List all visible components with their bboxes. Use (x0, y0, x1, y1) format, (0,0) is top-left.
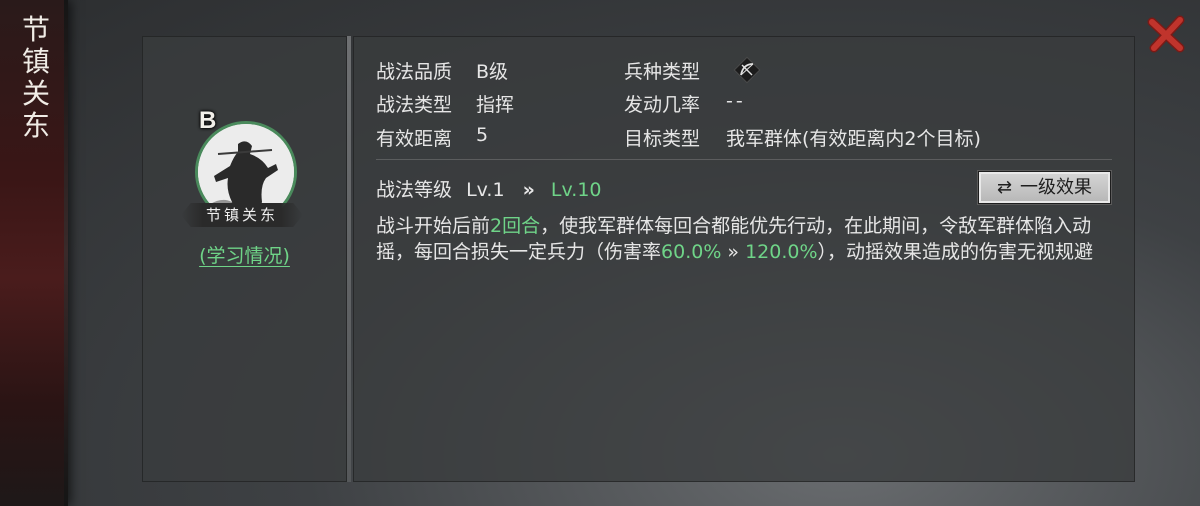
banner-char: 镇 (21, 45, 50, 78)
trigger-rate-value: -- (726, 90, 746, 112)
banner-char: 节 (21, 13, 50, 46)
skill-title-banner: 节 镇 关 东 (0, 0, 68, 506)
banner-title: 节 镇 关 东 (18, 14, 54, 142)
range-value: 5 (476, 124, 489, 146)
close-button[interactable] (1146, 14, 1186, 54)
swap-icon: ⇄ (996, 177, 1013, 198)
skill-level-row: 战法等级 Lv.1 » Lv.10 (376, 175, 602, 202)
learn-status-link[interactable]: (学习情况) (143, 241, 346, 268)
banner-char: 关 (21, 77, 50, 110)
skill-portrait-panel: B 节镇关东 (学习情况) (142, 36, 347, 482)
level-max: Lv.10 (550, 179, 602, 201)
desc-rounds: 2回合 (490, 215, 541, 237)
effect-button-label: 一级效果 (1020, 177, 1093, 198)
desc-text: ），动摇效果造成的伤害无视规避 (817, 241, 1094, 263)
troop-type-label: 兵种类型 (624, 61, 701, 83)
level-arrow-icon: » (522, 179, 535, 201)
panel-divider (347, 36, 351, 482)
section-divider (376, 159, 1112, 160)
skill-type-label: 战法类型 (376, 94, 453, 116)
level-label: 战法等级 (376, 179, 453, 201)
target-type-value: 我军群体(有效距离内2个目标) (726, 128, 981, 150)
quality-value: B级 (476, 61, 509, 83)
trigger-rate-label: 发动几率 (624, 94, 701, 116)
skill-detail-panel: 战法品质 B级 兵种类型 战法类型 指挥 发动几率 -- 有效距离 5 目标类型… (353, 36, 1135, 482)
skill-type-value: 指挥 (476, 94, 515, 116)
desc-rate-from: 60.0% (661, 241, 722, 263)
banner-char: 东 (21, 109, 50, 142)
quality-label: 战法品质 (376, 61, 453, 83)
level-current: Lv.1 (466, 179, 505, 201)
skill-name-plate: 节镇关东 (181, 203, 303, 227)
target-type-label: 目标类型 (624, 128, 701, 150)
desc-arrow-icon: » (727, 241, 740, 263)
skill-description: 战斗开始后前2回合，使我军群体每回合都能优先行动，在此期间，令敌军群体陷入动摇，… (376, 213, 1116, 265)
desc-text: 战斗开始后前 (376, 215, 491, 237)
range-label: 有效距离 (376, 128, 453, 150)
grade-badge: B (199, 107, 217, 134)
close-icon (1147, 15, 1185, 53)
effect-level-toggle-button[interactable]: ⇄ 一级效果 (978, 171, 1111, 204)
bow-icon (732, 55, 762, 85)
desc-rate-to: 120.0% (745, 241, 818, 263)
